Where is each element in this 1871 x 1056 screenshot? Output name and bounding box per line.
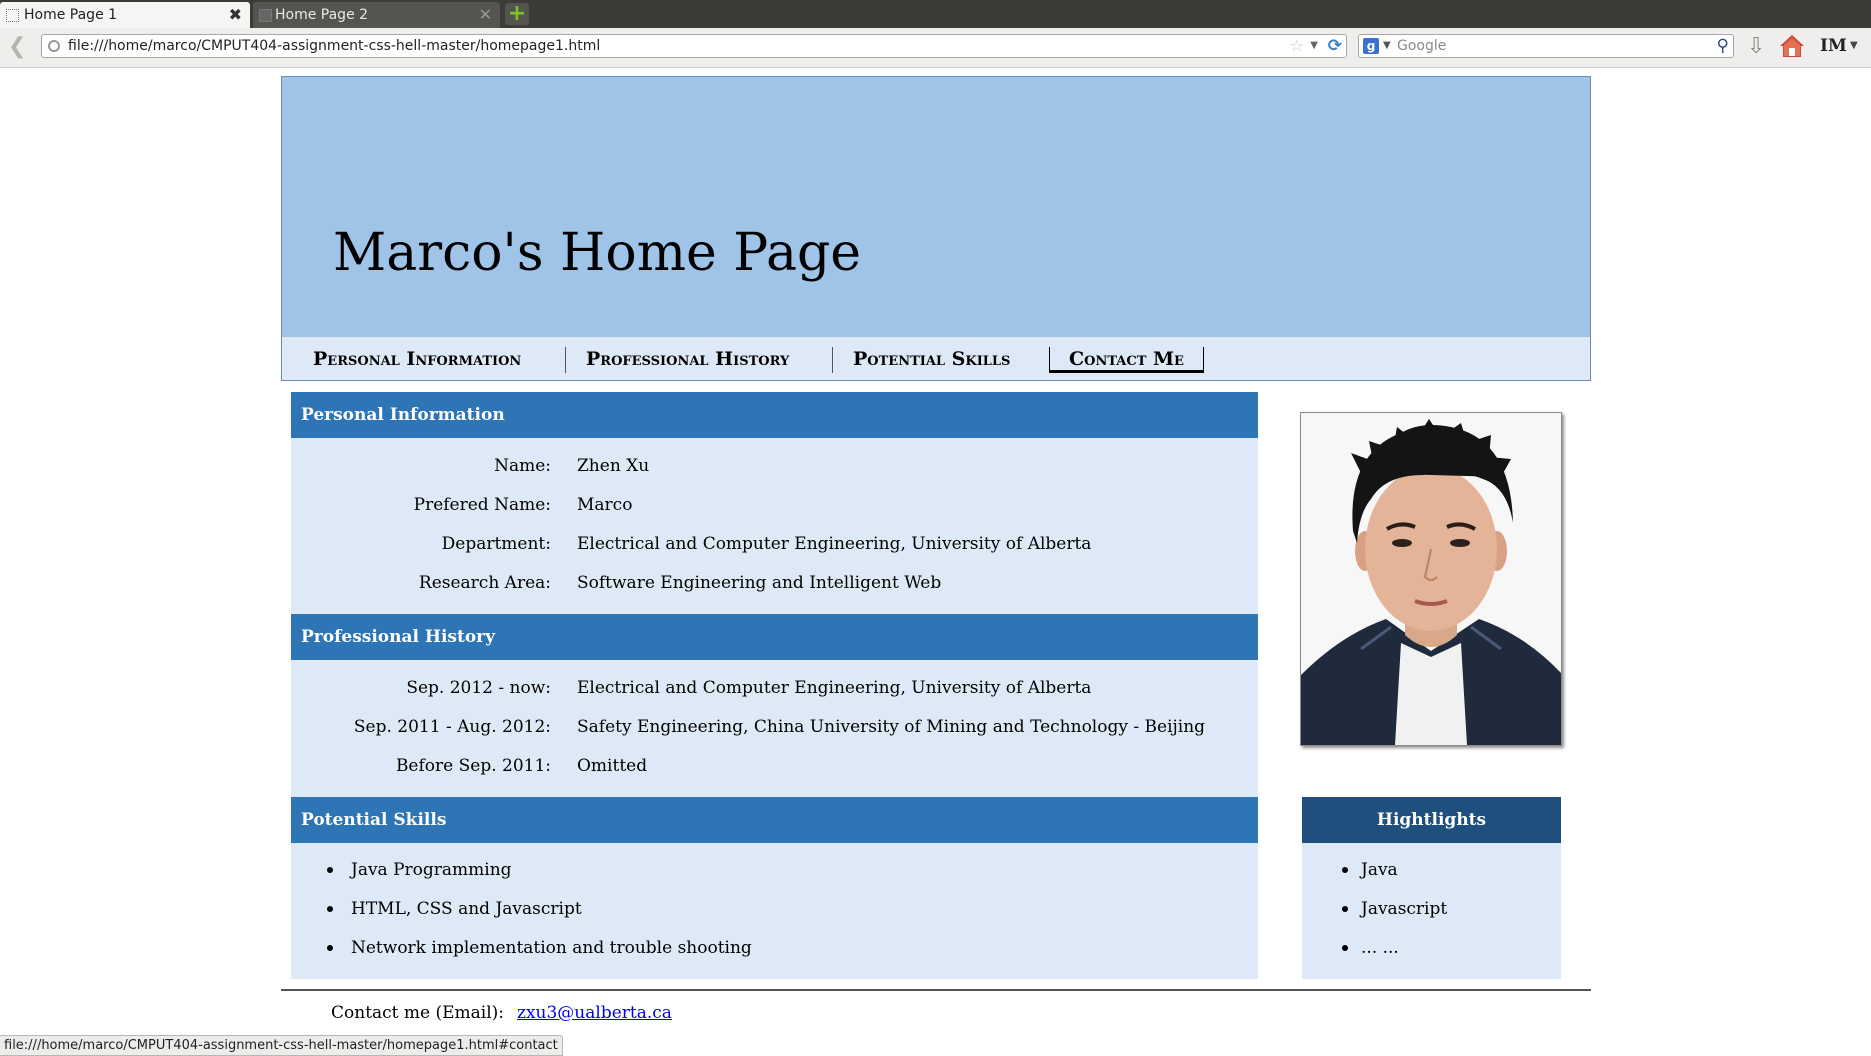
reload-icon[interactable]: ⟳ <box>1328 35 1342 57</box>
professional-history-table: Sep. 2012 - now: Electrical and Computer… <box>291 660 1258 797</box>
row-label: Sep. 2011 - Aug. 2012: <box>353 717 551 737</box>
dropdown-arrow-icon[interactable]: ▼ <box>1383 35 1391 57</box>
bullet-icon <box>327 945 333 951</box>
list-item-text: Java Programming <box>351 860 512 880</box>
contact-email-link[interactable]: zxu3@ualberta.ca <box>517 1003 672 1023</box>
row-label: Prefered Name: <box>413 495 551 515</box>
row-label: Before Sep. 2011: <box>395 756 551 776</box>
address-bar[interactable]: file:///home/marco/CMPUT404-assignment-c… <box>41 34 1347 58</box>
tab-home-page-2[interactable]: Home Page 2 ✕ <box>253 2 500 28</box>
header-banner: Marco's Home Page <box>281 76 1591 338</box>
row-value: Software Engineering and Intelligent Web <box>577 573 942 593</box>
globe-icon <box>48 40 60 52</box>
list-item: Java <box>1302 855 1561 885</box>
row-value: Safety Engineering, China University of … <box>577 717 1206 737</box>
skills-list: Java Programming HTML, CSS and Javascrip… <box>291 843 1258 979</box>
row-label: Department: <box>441 534 551 554</box>
bookmark-star-icon[interactable]: ☆ <box>1290 35 1304 57</box>
row-value: Electrical and Computer Engineering, Uni… <box>577 534 1092 554</box>
history-row: Before Sep. 2011: Omitted <box>291 751 1258 781</box>
nav-potential-skills[interactable]: Potential Skills <box>853 347 1010 373</box>
nav-professional-history[interactable]: Professional History <box>586 347 789 373</box>
contact-label: Contact me (Email): <box>331 1003 505 1023</box>
personal-info-table: Name: Zhen Xu Prefered Name: Marco Depar… <box>291 438 1258 614</box>
row-label: Name: <box>494 456 551 476</box>
row-value: Omitted <box>577 756 648 776</box>
row-value: Electrical and Computer Engineering, Uni… <box>577 678 1092 698</box>
info-row: Prefered Name: Marco <box>291 490 1258 520</box>
section-heading-professional: Professional History <box>291 614 1258 660</box>
list-item-text: ... ... <box>1361 938 1399 958</box>
list-item-text: Javascript <box>1361 899 1448 919</box>
portrait-image <box>1301 413 1561 745</box>
bullet-icon <box>327 906 333 912</box>
plus-icon: + <box>507 1 527 26</box>
info-row: Department: Electrical and Computer Engi… <box>291 529 1258 559</box>
nav-personal-information[interactable]: Personal Information <box>313 347 521 373</box>
row-value: Zhen Xu <box>577 456 650 476</box>
url-text: file:///home/marco/CMPUT404-assignment-c… <box>68 38 601 54</box>
list-item: ... ... <box>1302 933 1561 963</box>
history-row: Sep. 2011 - Aug. 2012: Safety Engineerin… <box>291 712 1258 742</box>
tab-strip: Home Page 1 ✖ Home Page 2 ✕ + <box>0 0 1871 28</box>
section-heading-personal: Personal Information <box>291 392 1258 438</box>
nav-divider <box>832 347 833 373</box>
status-bar: file:///home/marco/CMPUT404-assignment-c… <box>0 1035 563 1056</box>
back-arrow-icon[interactable]: ❮ <box>8 36 28 58</box>
bullet-icon <box>1342 906 1348 912</box>
navigation-toolbar: ❮ file:///home/marco/CMPUT404-assignment… <box>0 28 1871 68</box>
history-row: Sep. 2012 - now: Electrical and Computer… <box>291 673 1258 703</box>
highlights-list: Java Javascript ... ... <box>1302 843 1561 979</box>
close-tab-icon[interactable]: ✖ <box>229 2 242 28</box>
list-item-text: HTML, CSS and Javascript <box>351 899 582 919</box>
new-tab-button[interactable]: + <box>505 3 529 25</box>
chevron-down-icon[interactable]: ▼ <box>1850 40 1858 51</box>
tab-label: Home Page 2 <box>275 7 369 23</box>
top-navigation: Personal Information Professional Histor… <box>281 337 1591 381</box>
list-item: HTML, CSS and Javascript <box>291 894 1258 924</box>
row-value: Marco <box>577 495 633 515</box>
home-icon[interactable] <box>1779 33 1805 59</box>
list-item: Java Programming <box>291 855 1258 885</box>
row-label: Sep. 2012 - now: <box>406 678 551 698</box>
search-box[interactable]: g ▼ Google ⚲ <box>1358 34 1734 58</box>
im-toolbar-button[interactable]: IM <box>1820 36 1847 56</box>
bullet-icon <box>1342 867 1348 873</box>
close-tab-icon[interactable]: ✕ <box>479 2 492 28</box>
search-placeholder: Google <box>1397 38 1447 54</box>
google-icon[interactable]: g <box>1363 38 1379 54</box>
list-item-text: Java <box>1361 860 1398 880</box>
info-row: Name: Zhen Xu <box>291 451 1258 481</box>
magnifier-icon[interactable]: ⚲ <box>1717 35 1729 57</box>
footer-divider <box>281 989 1591 991</box>
section-heading-skills: Potential Skills <box>291 797 1258 843</box>
blank-page-icon <box>259 9 272 22</box>
list-item: Network implementation and trouble shoot… <box>291 933 1258 963</box>
download-icon[interactable]: ⇩ <box>1747 34 1765 60</box>
tab-home-page-1[interactable]: Home Page 1 ✖ <box>0 2 250 28</box>
nav-divider <box>565 347 566 373</box>
list-item: Javascript <box>1302 894 1561 924</box>
highlights-heading: Hightlights <box>1302 797 1561 843</box>
list-item-text: Network implementation and trouble shoot… <box>351 938 752 958</box>
dropdown-arrow-icon[interactable]: ▼ <box>1310 35 1318 57</box>
bullet-icon <box>327 867 333 873</box>
info-row: Research Area: Software Engineering and … <box>291 568 1258 598</box>
tab-label: Home Page 1 <box>24 7 118 23</box>
row-label: Research Area: <box>418 573 551 593</box>
nav-contact-me[interactable]: Contact Me <box>1049 347 1204 373</box>
page-title: Marco's Home Page <box>333 223 862 283</box>
bullet-icon <box>1342 945 1348 951</box>
blank-page-icon <box>6 9 19 22</box>
profile-photo <box>1300 412 1562 746</box>
